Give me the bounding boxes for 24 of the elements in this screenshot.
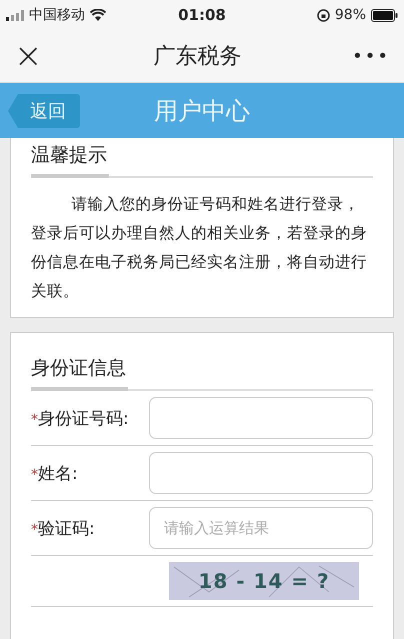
section-title: 温馨提示 — [31, 142, 109, 178]
rotation-lock-icon — [316, 8, 330, 22]
captcha-image: 18 - 14 = ? — [169, 562, 359, 600]
header-title: 用户中心 — [154, 96, 250, 126]
battery-percent: 98% — [334, 7, 366, 23]
status-time: 01:08 — [178, 6, 226, 24]
required-mark: * — [31, 466, 38, 482]
carrier-name: 中国移动 — [29, 6, 85, 24]
tips-text: 请输入您的身份证号码和姓名进行登录，登录后可以办理自然人的相关业务，若登录的身份信息在电子税务局已经实名注册，将自动进行关联。 — [31, 194, 368, 302]
close-button[interactable]: × — [14, 39, 42, 73]
required-mark: * — [31, 412, 38, 428]
input-field[interactable] — [149, 452, 373, 494]
wifi-icon — [90, 9, 106, 21]
input-field[interactable] — [149, 397, 373, 439]
required-mark: * — [31, 522, 38, 538]
field-label: *身份证号码: — [31, 408, 130, 430]
page-title: 广东税务 — [153, 43, 242, 71]
field-label: *姓名: — [31, 462, 79, 484]
more-button[interactable]: ••• — [352, 46, 390, 66]
section-title: 身份证信息 — [31, 355, 128, 391]
signal-icon — [6, 10, 24, 20]
battery-icon — [371, 8, 398, 22]
field-label: *验证码: — [31, 518, 96, 540]
input-field[interactable]: 请输入运算结果 — [149, 507, 373, 549]
